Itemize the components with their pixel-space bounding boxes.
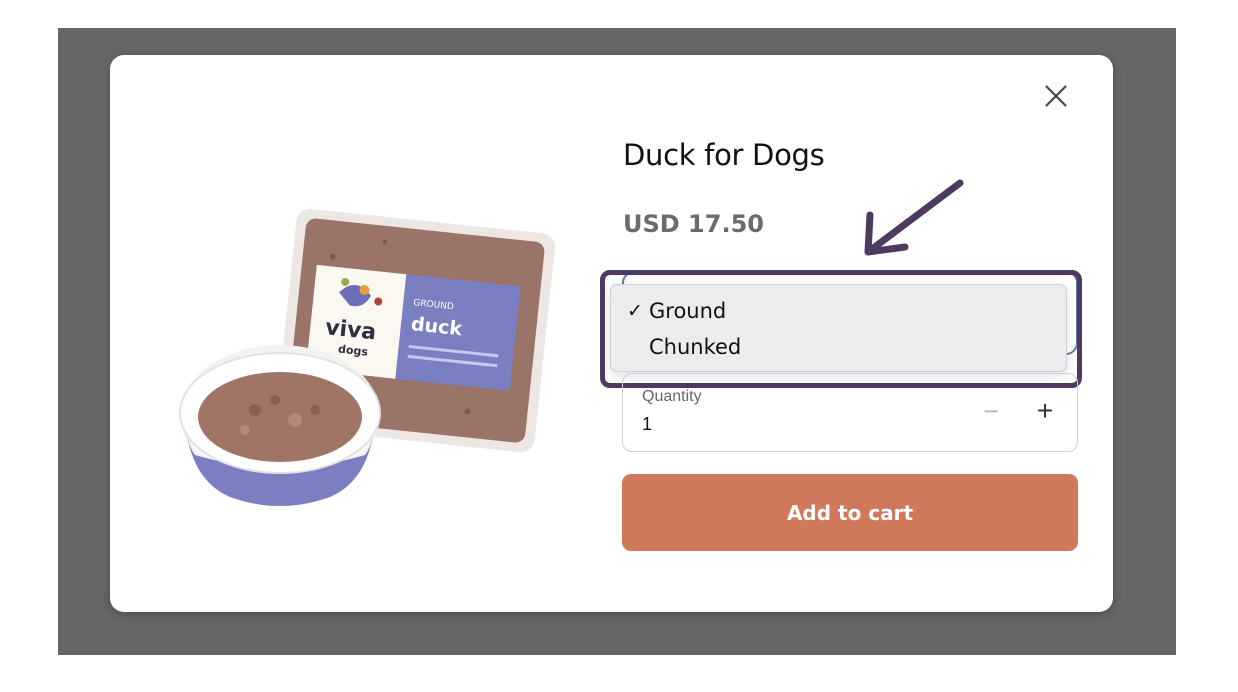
variant-option-label: Ground xyxy=(649,299,727,323)
close-icon xyxy=(1045,85,1067,107)
quantity-input[interactable]: 1 xyxy=(642,414,652,435)
quantity-increase-button[interactable]: + xyxy=(1032,396,1058,426)
variant-option-ground[interactable]: ✓ Ground xyxy=(611,295,1066,329)
variant-option-label: Chunked xyxy=(649,335,742,359)
close-button[interactable] xyxy=(1042,82,1070,110)
checkmark-icon: ✓ xyxy=(627,300,643,322)
quantity-label: Quantity xyxy=(642,388,702,405)
add-to-cart-button[interactable]: Add to cart xyxy=(622,474,1078,551)
quantity-decrease-button[interactable]: − xyxy=(979,396,1003,426)
variant-dropdown-menu: ✓ Ground Chunked xyxy=(610,284,1067,372)
product-title: Duck for Dogs xyxy=(623,138,825,172)
product-price: USD 17.50 xyxy=(623,210,764,238)
variant-option-chunked[interactable]: Chunked xyxy=(611,331,1066,365)
quantity-stepper: Quantity 1 − + xyxy=(622,373,1078,452)
product-image: viva dogs GROUND duck xyxy=(179,208,555,506)
package-brand: viva xyxy=(324,315,377,345)
